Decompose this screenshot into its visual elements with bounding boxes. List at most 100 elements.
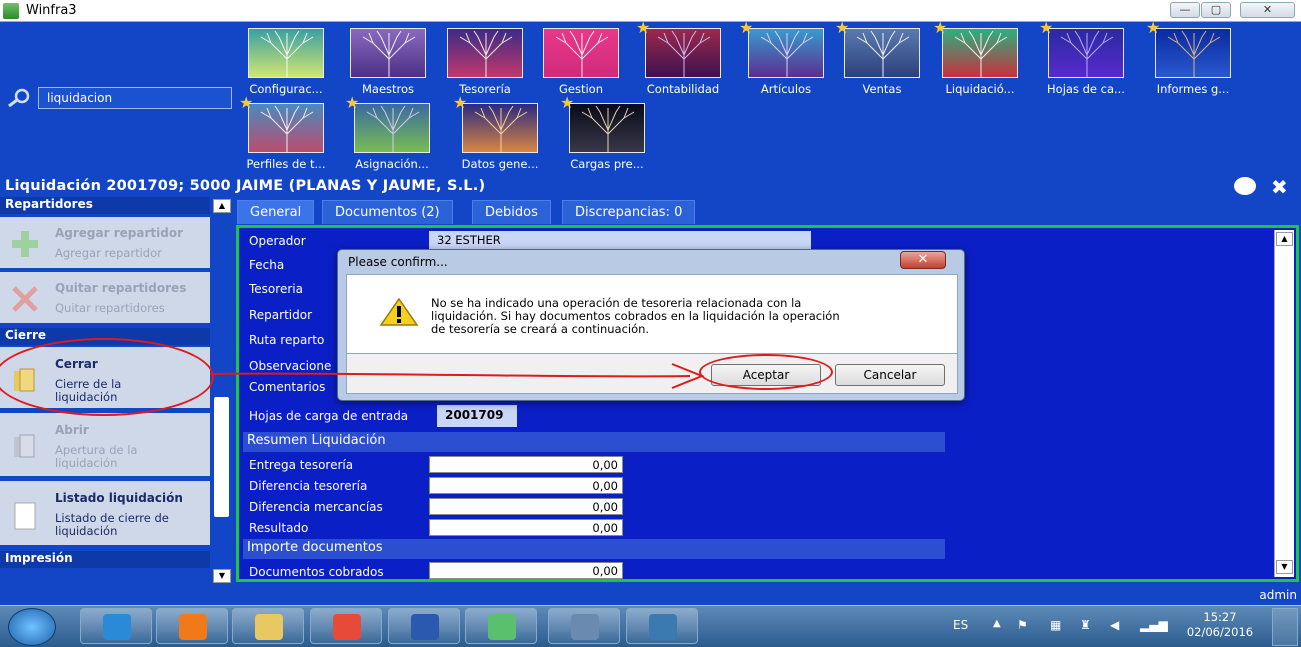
tile-tiles_row1-3[interactable]: Gestion: [531, 28, 631, 96]
tile-tiles_row1-7[interactable]: Liquidació...: [930, 28, 1030, 96]
hojas-value[interactable]: 2001709: [437, 405, 517, 427]
favorite-star-icon: ★: [933, 18, 948, 37]
flag-icon[interactable]: ⚑: [1017, 618, 1028, 632]
dif-mercancias-field[interactable]: 0,00: [429, 498, 623, 515]
scroll-thumb[interactable]: [214, 397, 229, 517]
clock-time: 15:27: [1203, 610, 1237, 624]
dif-tesoreria-field[interactable]: 0,00: [429, 477, 623, 494]
scroll-down-icon[interactable]: ▼: [213, 569, 231, 583]
abrir-title: Abrir: [55, 423, 89, 437]
tile-label: Asignación...: [355, 157, 429, 171]
tile-tiles_row1-2[interactable]: Tesorería: [435, 28, 535, 96]
favorite-star-icon: ★: [560, 93, 575, 112]
tab-discrepancias[interactable]: Discrepancias: 0: [562, 200, 696, 224]
action-center-icon[interactable]: ♜: [1080, 618, 1091, 632]
favorite-star-icon: ★: [636, 18, 651, 37]
panel-scrollbar[interactable]: ▲ ▼: [1274, 230, 1294, 577]
annotation-arrow: [210, 363, 705, 389]
repartidor-label: Repartidor: [249, 308, 313, 322]
tile-tiles_row1-5[interactable]: Artículos: [736, 28, 836, 96]
entrega-label: Entrega tesorería: [249, 458, 354, 472]
sidebar-item-listado[interactable]: Listado liquidación Listado de cierre de…: [0, 481, 210, 547]
document-icon: [14, 502, 36, 530]
tesoreria-label: Tesoreria: [249, 282, 303, 296]
minimize-button[interactable]: —: [1170, 2, 1200, 18]
taskbar-app-ie[interactable]: [80, 608, 152, 644]
tab-documentos[interactable]: Documentos (2): [322, 200, 453, 224]
scroll-up-icon[interactable]: ▲: [1276, 232, 1293, 246]
annotation-ellipse-cerrar: [0, 338, 214, 416]
remove-title: Quitar repartidores: [55, 281, 187, 295]
tile-label: Informes g...: [1156, 82, 1230, 96]
search-input[interactable]: [38, 87, 232, 109]
app-icon: [3, 3, 19, 19]
language-indicator[interactable]: ES: [953, 618, 968, 632]
current-user: admin: [1259, 588, 1297, 602]
signal-icon[interactable]: ▂▄▆: [1140, 618, 1168, 632]
favorite-star-icon: ★: [345, 93, 360, 112]
close-button[interactable]: ✕: [1240, 2, 1295, 18]
tile-label: Cargas pre...: [570, 157, 644, 171]
favorite-star-icon: ★: [239, 93, 254, 112]
listado-sub-2: liquidación: [55, 524, 118, 538]
tray-expand-icon[interactable]: ▲: [993, 618, 1001, 629]
tile-tiles_row2-0[interactable]: Perfiles de t...: [236, 103, 336, 171]
start-button[interactable]: [8, 608, 56, 646]
taskbar-app-explorer[interactable]: [232, 608, 304, 644]
tab-general[interactable]: General: [237, 200, 315, 224]
taskbar-app-anydesk[interactable]: [548, 608, 620, 644]
volume-icon[interactable]: ◀: [1110, 618, 1119, 632]
tile-tiles_row1-6[interactable]: Ventas: [832, 28, 932, 96]
tile-tiles_row2-3[interactable]: Cargas pre...: [557, 103, 657, 171]
scroll-down-icon[interactable]: ▼: [1276, 560, 1293, 574]
resultado-field[interactable]: 0,00: [429, 519, 623, 536]
tile-label: Hojas de ca...: [1047, 82, 1125, 96]
operador-value[interactable]: 32 ESTHER: [429, 231, 811, 249]
tile-tiles_row1-4[interactable]: Contabilidad: [633, 28, 733, 96]
sidebar-item-add-repartidor[interactable]: Agregar repartidor Agregar repartidor: [0, 217, 210, 270]
sidebar-item-abrir[interactable]: Abrir Apertura de la liquidación: [0, 413, 210, 478]
remove-subtitle: Quitar repartidores: [55, 301, 165, 315]
tile-tiles_row1-1[interactable]: Maestros: [338, 28, 438, 96]
taskbar-app-chrome[interactable]: [310, 608, 382, 644]
tab-debidos[interactable]: Debidos: [472, 200, 551, 224]
tile-tiles_row1-8[interactable]: Hojas de ca...: [1036, 28, 1136, 96]
circle-button[interactable]: [1234, 177, 1256, 195]
sidebar-item-remove-repartidor[interactable]: Quitar repartidores Quitar repartidores: [0, 272, 210, 325]
tile-tiles_row2-2[interactable]: Datos gene...: [450, 103, 550, 171]
tile-tiles_row1-9[interactable]: Informes g...: [1143, 28, 1243, 96]
annotation-ellipse-aceptar: [699, 354, 833, 390]
tile-tiles_row2-1[interactable]: Asignación...: [342, 103, 442, 171]
tree-icon: [350, 28, 426, 78]
taskbar-app-winfra[interactable]: [465, 608, 537, 644]
show-desktop-button[interactable]: [1272, 608, 1298, 646]
tree-icon: [569, 103, 645, 153]
importe-section-header: Importe documentos: [243, 539, 945, 559]
maximize-button[interactable]: ▢: [1201, 2, 1231, 18]
sidebar-group-repartidores: Repartidores: [0, 197, 210, 214]
word-icon: [411, 614, 439, 640]
taskbar-app-word[interactable]: [388, 608, 460, 644]
scroll-up-icon[interactable]: ▲: [213, 199, 231, 213]
network-icon[interactable]: ▦: [1050, 618, 1061, 632]
resumen-section-header: Resumen Liquidación: [243, 432, 945, 452]
tile-label: Tesorería: [459, 82, 511, 96]
close-record-icon[interactable]: ✖: [1271, 175, 1288, 199]
dialog-close-button[interactable]: ✕: [900, 251, 946, 269]
taskbar-app-media[interactable]: [156, 608, 228, 644]
add-title: Agregar repartidor: [55, 226, 183, 240]
entrega-field[interactable]: 0,00: [429, 456, 623, 473]
sidebar-scrollbar[interactable]: ▲ ▼: [211, 197, 233, 585]
dif-mercancias-label: Diferencia mercancías: [249, 500, 383, 514]
clock[interactable]: 15:27 02/06/2016: [1180, 610, 1260, 640]
cancel-button[interactable]: Cancelar: [835, 364, 945, 386]
taskbar-app-photos[interactable]: [626, 608, 698, 644]
operador-label: Operador: [249, 234, 306, 248]
favorite-star-icon: ★: [1146, 18, 1161, 37]
docs-cobrados-field[interactable]: 0,00: [429, 562, 623, 579]
favorite-star-icon: ★: [453, 93, 468, 112]
tile-label: Datos gene...: [461, 157, 539, 171]
tree-icon: [447, 28, 523, 78]
tile-tiles_row1-0[interactable]: Configurac...: [236, 28, 336, 96]
fecha-label: Fecha: [249, 258, 285, 272]
